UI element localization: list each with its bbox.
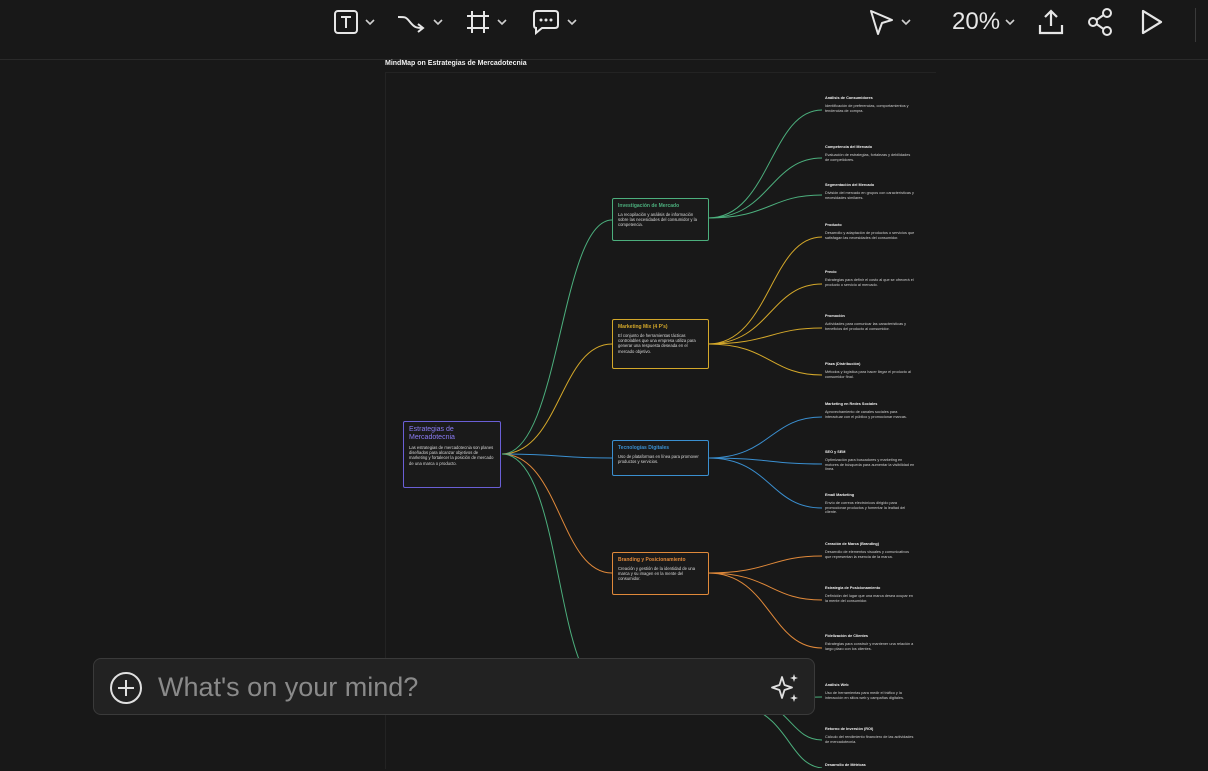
leaf-title: Promoción bbox=[825, 314, 845, 318]
node-title: Tecnologías Digitales bbox=[618, 445, 670, 451]
leaf-description: Evaluación de estrategias, fortalezas y … bbox=[825, 152, 911, 162]
leaf-title: Marketing en Redes Sociales bbox=[825, 402, 878, 406]
leaf-title: Fidelización de Clientes bbox=[825, 634, 869, 638]
mindmap-branch-node[interactable]: Marketing Mix (4 P's) El conjunto de her… bbox=[612, 319, 709, 369]
mindmap-branch-node[interactable]: Tecnologías Digitales Uso de plataformas… bbox=[612, 440, 709, 476]
leaf-title: Producto bbox=[825, 223, 842, 227]
mindmap-leaf-node[interactable]: Promoción Actividades para comunicar las… bbox=[825, 314, 915, 331]
mindmap-leaf-node[interactable]: SEO y SEM Optimización para buscadores y… bbox=[825, 450, 915, 472]
leaf-title: Creación de Marca (Branding) bbox=[825, 542, 880, 546]
leaf-description: Aprovechamiento de canales sociales para… bbox=[825, 409, 907, 419]
connector-root-b4 bbox=[501, 453, 581, 663]
leaf-title: Plaza (Distribución) bbox=[825, 362, 861, 366]
leaf-title: Análisis Web bbox=[825, 683, 849, 687]
mindmap-connectors bbox=[501, 109, 823, 768]
leaf-description: División del mercado en grupos con carac… bbox=[825, 190, 914, 200]
mindmap-leaf-node[interactable]: Creación de Marca (Branding) Desarrollo … bbox=[825, 542, 915, 559]
mindmap-leaf-node[interactable]: Segmentación del Mercado División del me… bbox=[825, 183, 915, 200]
mindmap-leaf-node[interactable]: Estrategia de Posicionamiento Definición… bbox=[825, 586, 915, 603]
prompt-input[interactable] bbox=[156, 669, 750, 705]
node-description: El conjunto de herramientas tácticas con… bbox=[618, 333, 696, 354]
mindmap-branch-node[interactable]: Branding y Posicionamiento Creación y ge… bbox=[612, 552, 709, 595]
leaf-title: Análisis de Consumidores bbox=[825, 96, 873, 100]
connector-root-b3 bbox=[501, 453, 613, 574]
mindmap-leaf-node[interactable]: Retorno de Inversión (ROI) Cálculo del r… bbox=[825, 727, 915, 744]
leaf-description: Actividades para comunicar las caracterí… bbox=[825, 321, 907, 331]
leaf-description: Uso de herramientas para medir el tráfic… bbox=[825, 690, 904, 700]
mindmap-leaf-node[interactable]: Producto Desarrollo y adaptación de prod… bbox=[825, 223, 915, 240]
leaf-description: Optimización para buscadores y marketing… bbox=[825, 457, 915, 472]
connector-root-b1 bbox=[501, 343, 613, 455]
mindmap-leaf-node[interactable]: Análisis Web Uso de herramientas para me… bbox=[825, 683, 915, 700]
add-circle-icon[interactable] bbox=[109, 671, 143, 705]
mindmap-leaf-node[interactable]: Fidelización de Clientes Estrategias par… bbox=[825, 634, 915, 651]
leaf-description: Desarrollo y adaptación de productos o s… bbox=[825, 230, 915, 240]
leaf-description: Desarrollo de elementos visuales y comun… bbox=[825, 549, 909, 559]
node-title: Branding y Posicionamiento bbox=[618, 557, 686, 563]
leaf-title: Competencia del Mercado bbox=[825, 145, 873, 149]
leaf-title: SEO y SEM bbox=[825, 450, 846, 454]
leaf-description: Cálculo del rendimiento financiero de la… bbox=[825, 734, 914, 744]
leaf-title: Retorno de Inversión (ROI) bbox=[825, 727, 874, 731]
leaf-description: Estrategias para definir el costo al que… bbox=[825, 277, 914, 287]
node-description: Las estrategias de mercadotecnia son pla… bbox=[409, 445, 494, 466]
mindmap-root-node[interactable]: Estrategias de Mercadotecnia Las estrate… bbox=[403, 421, 501, 488]
leaf-title: Estrategia de Posicionamiento bbox=[825, 586, 881, 590]
mindmap-leaf-node[interactable]: Email Marketing Envío de correos electró… bbox=[825, 493, 915, 515]
leaf-title: Segmentación del Mercado bbox=[825, 183, 875, 187]
node-title: Investigación de Mercado bbox=[618, 203, 680, 209]
mindmap-leaf-node[interactable]: Plaza (Distribución) Métodos y logística… bbox=[825, 362, 915, 379]
mindmap-branch-node[interactable]: Investigación de Mercado La recopilación… bbox=[612, 198, 709, 241]
node-description: La recopilación y análisis de informació… bbox=[618, 212, 697, 228]
mindmap-leaf-node[interactable]: Competencia del Mercado Evaluación de es… bbox=[825, 145, 915, 162]
ai-prompt-bar bbox=[93, 658, 815, 715]
node-description: Uso de plataformas en línea para promove… bbox=[618, 454, 699, 465]
leaf-description: Definición del lugar que una marca desea… bbox=[825, 593, 914, 603]
mindmap-leaf-node[interactable]: Precio Estrategias para definir el costo… bbox=[825, 270, 915, 287]
mindmap-leaf-node[interactable]: Desarrollo de Métricas bbox=[825, 763, 915, 771]
mindmap-leaf-node[interactable]: Análisis de Consumidores Identificación … bbox=[825, 96, 915, 113]
connector-root-b0 bbox=[501, 219, 613, 455]
node-description: Creación y gestión de la identidad de un… bbox=[618, 566, 696, 582]
leaf-title: Desarrollo de Métricas bbox=[825, 763, 866, 767]
leaf-description: Métodos y logística para hacer llegar el… bbox=[825, 369, 911, 379]
leaf-title: Precio bbox=[825, 270, 837, 274]
leaf-description: Envío de correos electrónicos dirigido p… bbox=[825, 500, 906, 515]
mindmap-leaf-node[interactable]: Marketing en Redes Sociales Aprovechamie… bbox=[825, 402, 915, 419]
sparkles-icon[interactable] bbox=[768, 671, 802, 705]
node-title: Marketing Mix (4 P's) bbox=[618, 324, 668, 330]
node-title: Estrategias de Mercadotecnia bbox=[409, 426, 455, 441]
leaf-title: Email Marketing bbox=[825, 493, 855, 497]
leaf-description: Identificación de preferencias, comporta… bbox=[825, 103, 909, 113]
leaf-description: Estrategias para construir y mantener un… bbox=[825, 641, 914, 651]
